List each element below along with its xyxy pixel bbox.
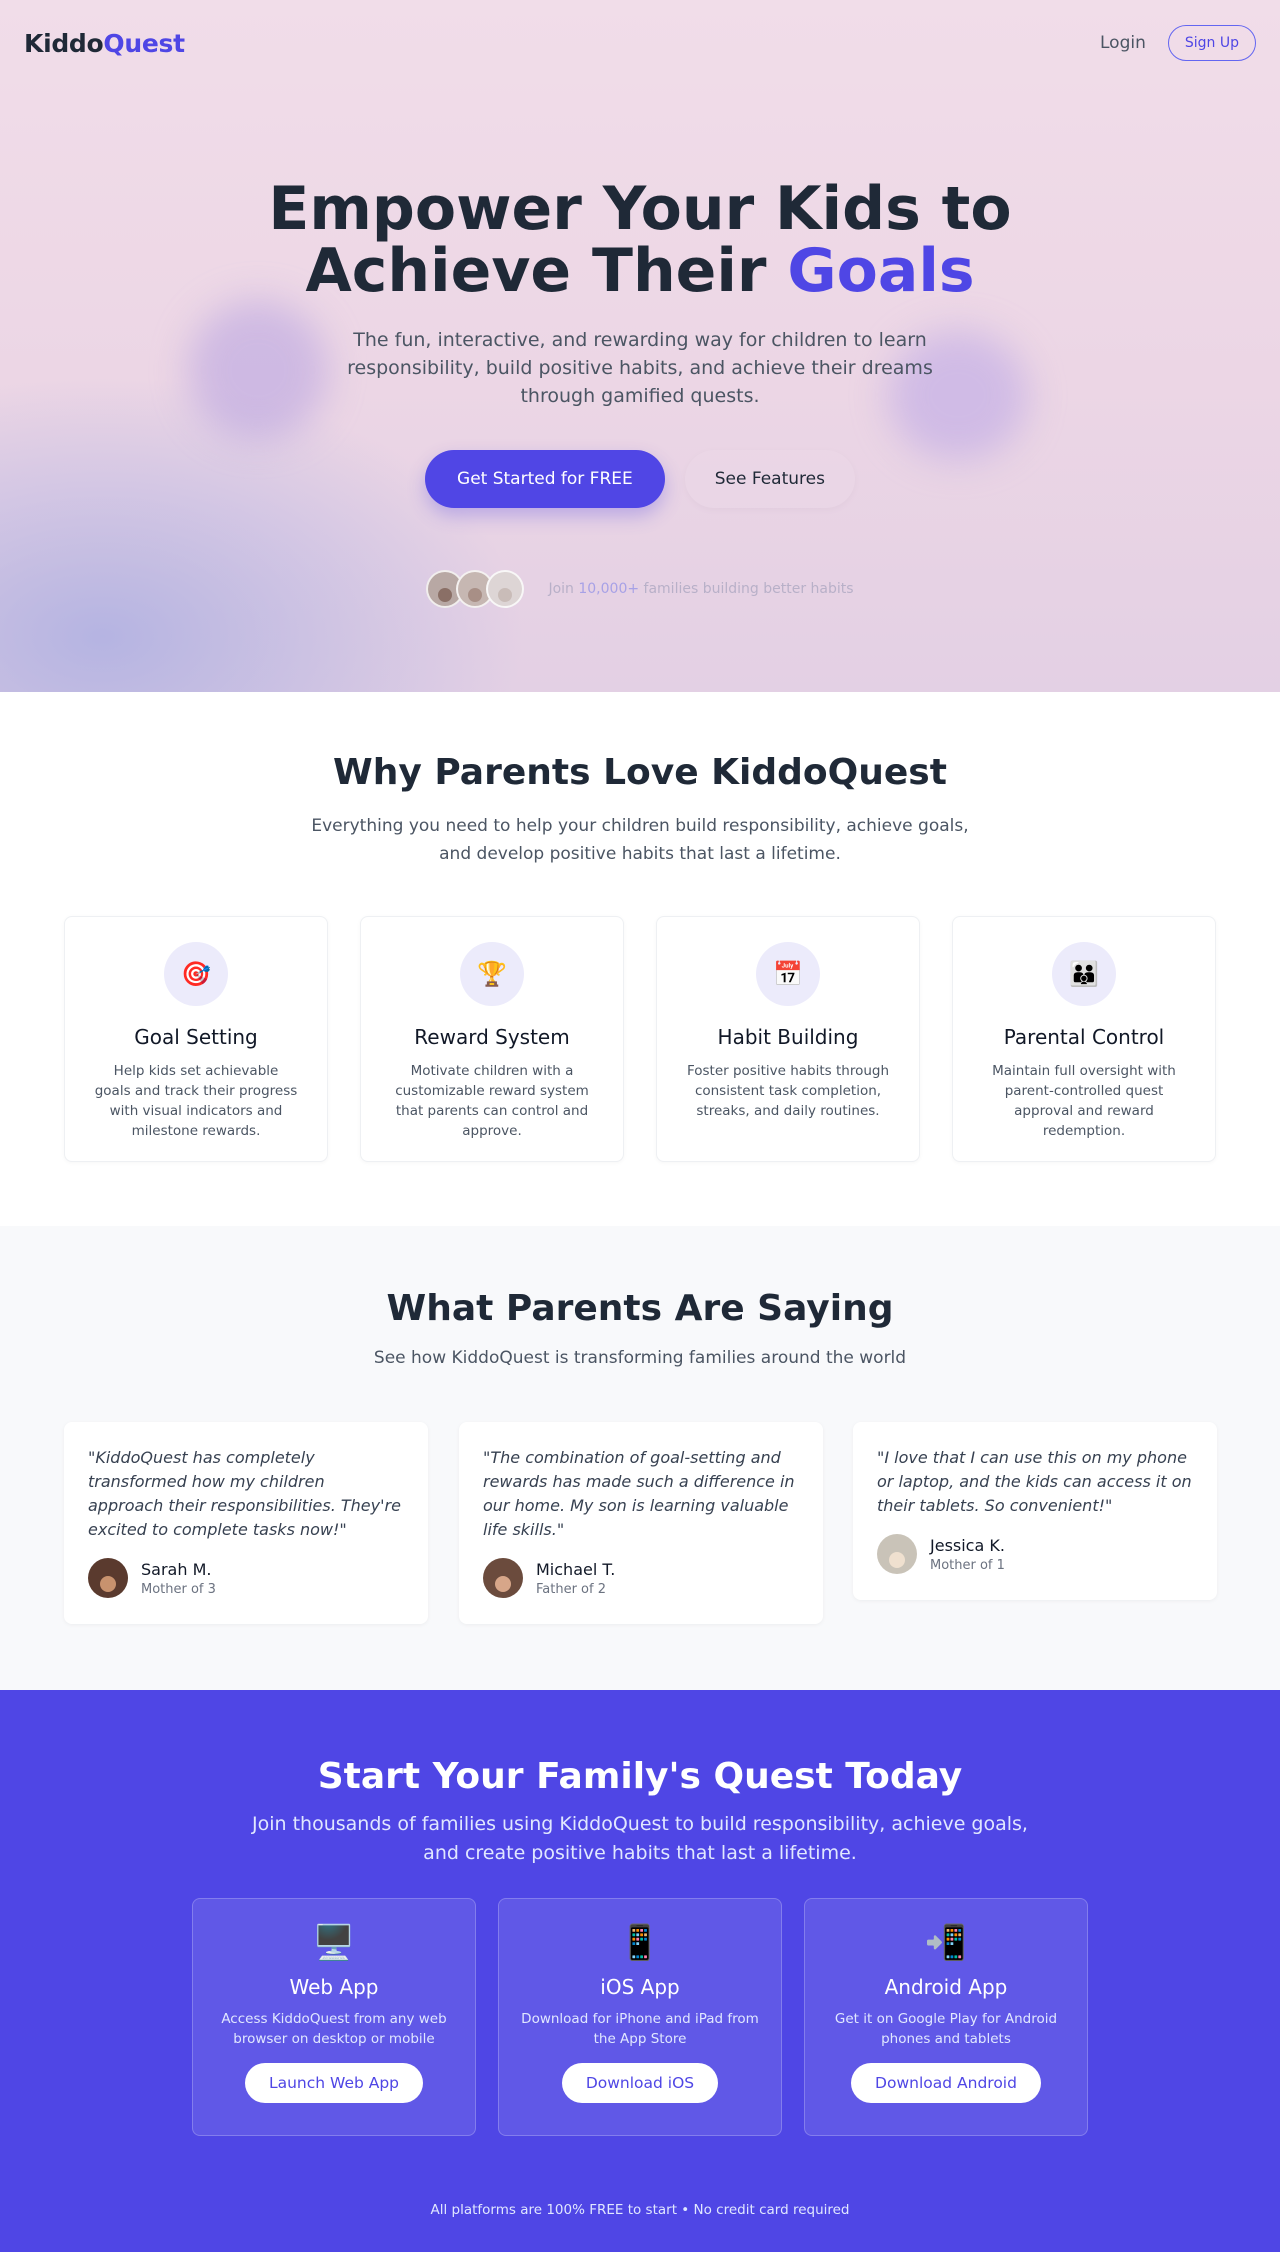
proof-prefix: Join [548, 581, 579, 597]
top-nav: KiddoQuest Login Sign Up [0, 0, 1280, 86]
avatar [88, 1558, 128, 1598]
hero-cta-group: Get Started for FREE See Features [0, 450, 1280, 508]
hero-title-line2: Achieve Their [305, 236, 788, 306]
feature-card-reward-system: 🏆 Reward System Motivate children with a… [360, 916, 624, 1162]
platform-description: Download for iPhone and iPad from the Ap… [521, 2011, 759, 2047]
login-link[interactable]: Login [1100, 33, 1146, 53]
avatar [483, 1558, 523, 1598]
get-started-button[interactable]: Get Started for FREE [425, 450, 665, 508]
download-ios-button[interactable]: Download iOS [561, 2063, 719, 2103]
feature-title: Reward System [414, 1025, 570, 1049]
author-role: Father of 2 [536, 1581, 606, 1597]
testimonial-author: Michael T. Father of 2 [483, 1558, 799, 1598]
features-title: Why Parents Love KiddoQuest [333, 752, 947, 793]
platform-title: Web App [289, 1975, 379, 1999]
mobile-phone-arrow-icon: 📲 [924, 1923, 968, 1963]
hero-title: Empower Your Kids to Achieve Their Goals [0, 178, 1280, 302]
features-subtitle: Everything you need to help your childre… [311, 816, 969, 864]
platform-card-android: 📲 Android App Get it on Google Play for … [804, 1898, 1088, 2136]
calendar-icon: 📅 [756, 942, 820, 1006]
social-proof: Join 10,000+ families building better ha… [0, 570, 1280, 608]
cta-section: Start Your Family's Quest Today Join tho… [0, 1690, 1280, 2252]
cta-subtitle: Join thousands of families using KiddoQu… [252, 1813, 1028, 1864]
hero-title-accent: Goals [787, 236, 975, 306]
avatar [486, 570, 525, 608]
testimonials-section: What Parents Are Saying See how KiddoQue… [0, 1226, 1280, 1690]
platform-card-ios: 📱 iOS App Download for iPhone and iPad f… [498, 1898, 782, 2136]
cta-footnote: All platforms are 100% FREE to start • N… [430, 2202, 850, 2218]
avatar [877, 1534, 917, 1574]
feature-card-goal-setting: 🎯 Goal Setting Help kids set achievable … [64, 916, 328, 1162]
feature-card-parental-control: 👪 Parental Control Maintain full oversig… [952, 916, 1216, 1162]
author-role: Mother of 3 [141, 1581, 216, 1597]
proof-number: 10,000+ [578, 581, 640, 597]
testimonial-card: "KiddoQuest has completely transformed h… [64, 1422, 428, 1624]
testimonial-card: "I love that I can use this on my phone … [853, 1422, 1217, 1600]
trophy-icon: 🏆 [460, 942, 524, 1006]
hero-subtitle: The fun, interactive, and rewarding way … [347, 329, 933, 407]
target-icon: 🎯 [164, 942, 228, 1006]
desktop-computer-icon: 🖥️ [312, 1923, 356, 1963]
feature-description: Maintain full oversight with parent-cont… [992, 1063, 1176, 1139]
feature-description: Help kids set achievable goals and track… [94, 1063, 298, 1139]
brand-part-1: Kiddo [24, 28, 104, 58]
testimonial-quote: "The combination of goal-setting and rew… [483, 1448, 795, 1539]
feature-title: Goal Setting [134, 1025, 258, 1049]
author-name: Jessica K. [930, 1535, 1005, 1555]
platform-title: iOS App [600, 1975, 680, 1999]
testimonial-author: Sarah M. Mother of 3 [88, 1558, 404, 1598]
author-name: Sarah M. [141, 1559, 212, 1579]
proof-suffix: families building better habits [639, 581, 854, 597]
social-proof-text: Join 10,000+ families building better ha… [548, 581, 853, 597]
signup-button[interactable]: Sign Up [1167, 25, 1256, 61]
author-role: Mother of 1 [930, 1557, 1005, 1573]
feature-card-habit-building: 📅 Habit Building Foster positive habits … [656, 916, 920, 1162]
brand-part-2: Quest [103, 28, 185, 58]
platform-title: Android App [884, 1975, 1008, 1999]
family-icon: 👪 [1052, 942, 1116, 1006]
testimonial-card: "The combination of goal-setting and rew… [459, 1422, 823, 1624]
see-features-button[interactable]: See Features [684, 450, 855, 508]
mobile-phone-icon: 📱 [618, 1923, 662, 1963]
testimonial-author: Jessica K. Mother of 1 [877, 1534, 1193, 1574]
feature-description: Foster positive habits through consisten… [686, 1063, 890, 1119]
feature-description: Motivate children with a customizable re… [395, 1063, 589, 1139]
cta-title: Start Your Family's Quest Today [317, 1756, 963, 1797]
brand-logo[interactable]: KiddoQuest [24, 29, 185, 58]
feature-title: Parental Control [1003, 1025, 1165, 1049]
platform-card-web: 🖥️ Web App Access KiddoQuest from any we… [192, 1898, 476, 2136]
testimonial-quote: "KiddoQuest has completely transformed h… [88, 1448, 401, 1539]
decorative-blob [188, 300, 328, 440]
platform-description: Get it on Google Play for Android phones… [834, 2011, 1058, 2047]
nav-actions: Login Sign Up [1100, 25, 1256, 61]
launch-web-app-button[interactable]: Launch Web App [244, 2063, 424, 2103]
hero-section: KiddoQuest Login Sign Up Empower Your Ki… [0, 0, 1280, 692]
download-android-button[interactable]: Download Android [851, 2063, 1041, 2103]
author-name: Michael T. [536, 1559, 616, 1579]
avatar-stack [426, 570, 525, 608]
features-section: Why Parents Love KiddoQuest Everything y… [0, 692, 1280, 1226]
platform-description: Access KiddoQuest from any web browser o… [221, 2011, 447, 2047]
testimonial-quote: "I love that I can use this on my phone … [877, 1448, 1192, 1515]
testimonials-title: What Parents Are Saying [386, 1288, 894, 1329]
feature-title: Habit Building [717, 1025, 859, 1049]
testimonials-subtitle: See how KiddoQuest is transforming famil… [373, 1348, 907, 1368]
hero-title-line1: Empower Your Kids to [268, 174, 1012, 244]
